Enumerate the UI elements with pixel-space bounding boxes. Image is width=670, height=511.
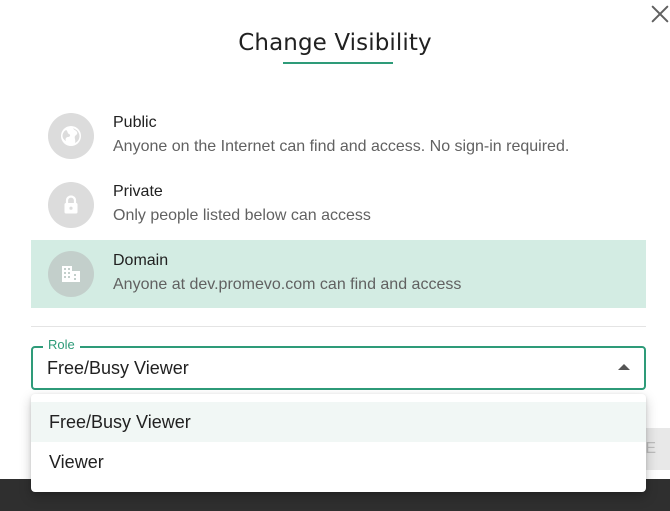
visibility-option-public[interactable]: Public Anyone on the Internet can find a… bbox=[31, 102, 646, 170]
dialog-title: Change Visibility bbox=[238, 30, 432, 56]
option-description: Anyone at dev.promevo.com can find and a… bbox=[113, 276, 462, 293]
dialog-action-button-label: E bbox=[645, 440, 656, 457]
caret-up-icon[interactable] bbox=[618, 364, 630, 370]
visibility-option-domain[interactable]: Domain Anyone at dev.promevo.com can fin… bbox=[31, 240, 646, 308]
building-icon bbox=[48, 251, 94, 297]
role-label: Role bbox=[43, 337, 80, 352]
role-dropdown-menu: Free/Busy Viewer Viewer bbox=[31, 394, 646, 492]
role-option-viewer[interactable]: Viewer bbox=[31, 442, 646, 482]
role-option-free-busy-viewer[interactable]: Free/Busy Viewer bbox=[31, 402, 646, 442]
role-select[interactable]: Role Free/Busy Viewer bbox=[31, 337, 646, 390]
visibility-option-private[interactable]: Private Only people listed below can acc… bbox=[31, 171, 646, 239]
option-title: Domain bbox=[113, 252, 169, 269]
option-title: Public bbox=[113, 114, 157, 131]
close-button[interactable] bbox=[646, 0, 670, 28]
option-description: Anyone on the Internet can find and acce… bbox=[113, 138, 570, 155]
section-divider bbox=[31, 326, 646, 327]
close-icon bbox=[651, 5, 669, 23]
option-title: Private bbox=[113, 183, 163, 200]
title-underline bbox=[283, 62, 393, 64]
change-visibility-dialog: E Change Visibility Public Anyone on the… bbox=[0, 0, 670, 511]
option-description: Only people listed below can access bbox=[113, 207, 371, 224]
globe-icon bbox=[48, 113, 94, 159]
role-selected-value: Free/Busy Viewer bbox=[47, 358, 189, 378]
lock-icon bbox=[48, 182, 94, 228]
